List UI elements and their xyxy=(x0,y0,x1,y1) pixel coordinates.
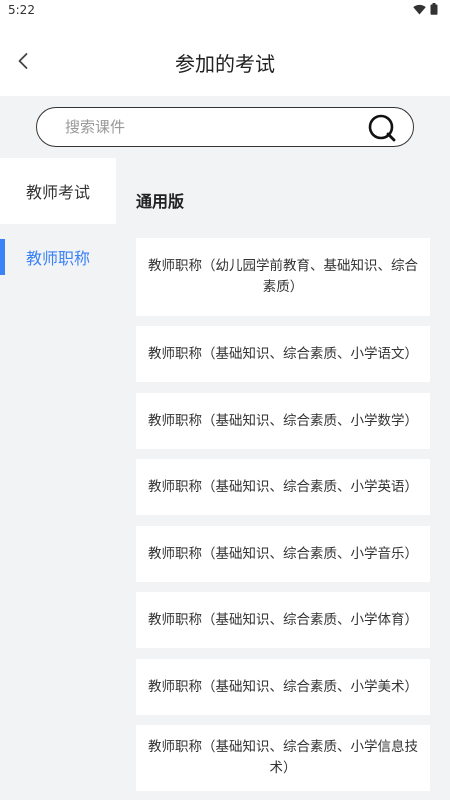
course-card[interactable]: 教师职称（基础知识、综合素质、小学体育） xyxy=(136,592,430,648)
course-card[interactable]: 教师职称（基础知识、综合素质、小学语文） xyxy=(136,326,430,382)
page-title: 参加的考试 xyxy=(175,52,275,76)
sidebar: 教师考试 教师职称 xyxy=(0,158,116,800)
course-card-title: 教师职称（基础知识、综合素质、小学语文） xyxy=(148,345,418,362)
search-button[interactable] xyxy=(367,113,397,143)
sidebar-item-label: 教师考试 xyxy=(25,183,90,202)
search-input[interactable] xyxy=(65,108,355,146)
course-card-title: 教师职称（基础知识、综合素质、小学美术） xyxy=(148,678,418,695)
sidebar-item-teacher-title[interactable]: 教师职称 xyxy=(0,224,116,290)
course-card-title: 教师职称（基础知识、综合素质、小学信息技术） xyxy=(148,739,418,776)
section-title: 通用版 xyxy=(136,192,185,211)
content-panel: 通用版 教师职称（幼儿园学前教育、基础知识、综合素质） 教师职称（基础知识、综合… xyxy=(116,158,450,800)
search-box xyxy=(36,107,414,147)
course-card[interactable]: 教师职称（基础知识、综合素质、小学英语） xyxy=(136,459,430,515)
course-card[interactable]: 教师职称（基础知识、综合素质、小学信息技术） xyxy=(136,725,430,791)
active-indicator xyxy=(0,239,5,275)
course-card[interactable]: 教师职称（幼儿园学前教育、基础知识、综合素质） xyxy=(136,238,430,316)
search-icon xyxy=(368,114,396,142)
course-card-title: 教师职称（基础知识、综合素质、小学音乐） xyxy=(148,545,418,562)
sidebar-item-label: 教师职称 xyxy=(25,249,90,268)
status-time: 5:22 xyxy=(8,3,35,17)
sidebar-item-teacher-exam[interactable]: 教师考试 xyxy=(0,158,116,224)
course-card-title: 教师职称（基础知识、综合素质、小学数学） xyxy=(148,412,418,429)
course-card[interactable]: 教师职称（基础知识、综合素质、小学数学） xyxy=(136,393,430,449)
status-icons xyxy=(413,3,438,15)
title-bar: 参加的考试 xyxy=(0,22,450,96)
search-area xyxy=(0,96,450,158)
course-card[interactable]: 教师职称（基础知识、综合素质、小学美术） xyxy=(136,659,430,715)
course-card-title: 教师职称（基础知识、综合素质、小学体育） xyxy=(148,611,418,628)
battery-icon xyxy=(430,3,438,15)
wifi-icon xyxy=(413,4,426,14)
course-card[interactable]: 教师职称（基础知识、综合素质、小学音乐） xyxy=(136,526,430,582)
course-card-title: 教师职称（幼儿园学前教育、基础知识、综合素质） xyxy=(148,258,418,295)
course-card-title: 教师职称（基础知识、综合素质、小学英语） xyxy=(148,478,418,495)
status-bar: 5:22 xyxy=(0,0,450,22)
